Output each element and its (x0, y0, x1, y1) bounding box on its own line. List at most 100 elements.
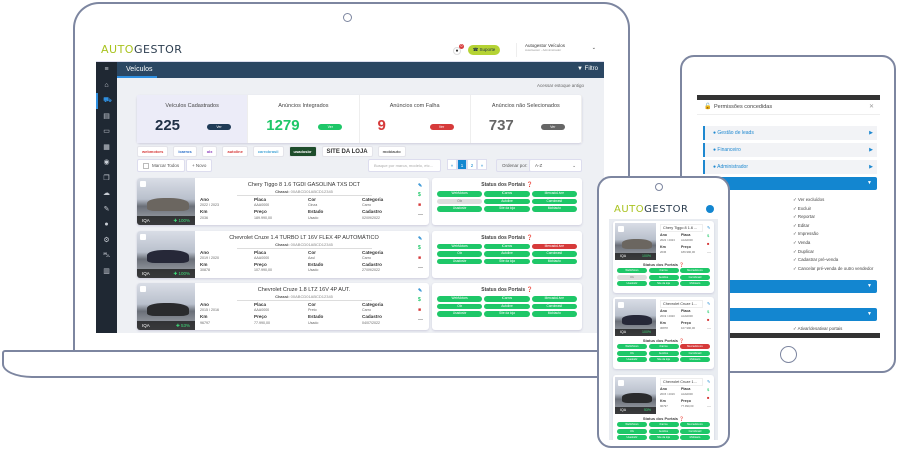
portal-status-ok[interactable]: Mobiauto (531, 206, 577, 212)
portal-status-ok[interactable]: Autoline (484, 198, 530, 204)
portal-status-ok[interactable]: Carrobrasil (680, 428, 710, 434)
portal-status-ok[interactable]: Mobiauto (531, 258, 577, 264)
portal-status-ok[interactable]: Site da loja (484, 206, 530, 212)
money-icon[interactable]: ▭ (96, 124, 117, 140)
portal-logo-icarros[interactable]: icarros (173, 146, 197, 157)
select-checkbox[interactable] (618, 302, 624, 308)
delete-icon[interactable]: ■ (418, 202, 421, 208)
portal-status-ok[interactable]: Usadosbr (437, 206, 483, 212)
vehicle-photo[interactable]: IQA ✚ 53% (137, 283, 195, 330)
price-icon[interactable]: $ (418, 192, 421, 198)
page-button[interactable]: 1 (457, 159, 467, 170)
edit-icon[interactable]: ✎ (707, 225, 710, 230)
select-checkbox[interactable] (618, 226, 624, 232)
vehicle-title[interactable]: Chevrolet Cruze 1... (660, 378, 703, 386)
portal-status-off[interactable]: Olx (437, 198, 483, 204)
page-button[interactable]: » (477, 159, 487, 170)
portal-status-ok[interactable]: Autoline (484, 303, 530, 309)
tablet-home-button[interactable] (780, 346, 797, 363)
portal-status-ok[interactable]: Carrobrasil (531, 251, 577, 257)
section-leads[interactable]: ● Gestão de leads ▶ (703, 126, 877, 140)
more-icon[interactable]: — (418, 317, 423, 323)
stat-view-button[interactable]: Ver (540, 124, 565, 130)
edit-icon[interactable]: ✎ (707, 379, 710, 384)
portal-status-ok[interactable]: Mobiauto (680, 435, 710, 440)
home-icon[interactable]: ⌂ (96, 78, 117, 94)
portal-status-ok[interactable]: Olx (437, 303, 483, 309)
portal-status-ok[interactable]: Usadosbr (617, 435, 647, 440)
portal-logo-carrobrasil[interactable]: carrobrasil (252, 146, 284, 157)
portal-status-ok[interactable]: iCarros (648, 344, 679, 349)
edit-icon[interactable]: ✎ (418, 183, 422, 189)
portal-status-ok[interactable]: MercadoLivre (531, 191, 577, 197)
stat-view-button[interactable]: Ver (207, 124, 231, 130)
portal-status-ok[interactable]: WebMotors (617, 268, 647, 273)
copy-icon[interactable]: ❐ (96, 171, 117, 187)
vehicle-photo[interactable]: IQA 100% (615, 223, 656, 260)
portal-status-ok[interactable]: Site da loja (484, 311, 530, 317)
select-all-checkbox[interactable]: Marcar Todos (137, 159, 186, 172)
user-menu[interactable]: Autogestor Veículos AutoGestor - Adminis… (516, 43, 596, 57)
portal-status-ok[interactable]: Autoline (484, 251, 530, 257)
help-icon[interactable]: ❓ (527, 287, 533, 293)
delete-icon[interactable]: ■ (418, 307, 421, 313)
portal-status-ok[interactable]: iCarros (648, 268, 679, 273)
portal-status-ok[interactable]: Site da loja (648, 281, 679, 286)
price-icon[interactable]: $ (418, 245, 421, 251)
portal-logo-site-da-loja[interactable]: SITE DA LOJA (321, 146, 373, 157)
page-button[interactable]: « (447, 159, 457, 170)
globe-icon[interactable]: ● (96, 217, 117, 233)
select-checkbox[interactable] (140, 233, 146, 240)
portal-status-ok[interactable]: Mobiauto (680, 357, 710, 362)
clipboard-icon[interactable]: ▦ (96, 140, 117, 156)
vehicle-photo[interactable]: IQA ✚ 100% (137, 230, 195, 278)
support-button[interactable]: ☎ Suporte (468, 45, 500, 55)
more-icon[interactable]: — (707, 325, 711, 330)
portal-status-ok[interactable]: Autoline (648, 350, 679, 356)
menu-icon[interactable]: ≡ (96, 62, 117, 78)
portal-status-ok[interactable]: iCarros (648, 422, 679, 427)
portal-status-ok[interactable]: Olx (617, 428, 647, 434)
portal-status-ok[interactable]: Olx (617, 350, 647, 356)
page-button[interactable]: 2 (467, 159, 477, 170)
vehicle-photo[interactable]: IQA 100% (615, 299, 656, 336)
portal-status-ok[interactable]: MercadoLivre (531, 296, 577, 302)
portal-status-ok[interactable]: Usadosbr (617, 281, 647, 286)
price-icon[interactable]: $ (707, 233, 709, 238)
cloud-upload-icon[interactable]: ☁ (96, 186, 117, 202)
vehicle-photo[interactable]: IQA ✚ 100% (137, 178, 195, 225)
portal-status-ok[interactable]: Site da loja (648, 357, 679, 362)
help-icon[interactable]: ❓ (679, 338, 684, 343)
price-icon[interactable]: $ (707, 309, 709, 314)
section-financeiro[interactable]: ● Financeiro ▶ (703, 143, 877, 157)
portal-status-ok[interactable]: iCarros (484, 191, 530, 197)
edit-icon[interactable]: ✎ (418, 288, 422, 294)
new-vehicle-button[interactable]: + Novo (186, 159, 213, 172)
file-icon[interactable]: ▤ (96, 109, 117, 125)
select-checkbox[interactable] (140, 286, 146, 292)
portal-status-ok[interactable]: iCarros (484, 296, 530, 302)
delete-icon[interactable]: ■ (707, 317, 709, 322)
portal-status-ok[interactable]: Carrobrasil (531, 198, 577, 204)
close-icon[interactable]: ✕ (869, 103, 874, 110)
portal-status-ok[interactable]: Olx (437, 251, 483, 257)
portal-status-ok[interactable]: Carrobrasil (531, 303, 577, 309)
price-icon[interactable]: $ (707, 387, 709, 392)
portal-status-ok[interactable]: MercadoLivre (680, 268, 710, 273)
portal-status-ok[interactable]: Usadosbr (437, 311, 483, 317)
portal-logo-autoline[interactable]: autoline (222, 146, 248, 157)
menu-button[interactable] (706, 205, 714, 213)
portal-status-fail[interactable]: MercadoLivre (531, 243, 577, 249)
portal-status-ok[interactable]: Mobiauto (531, 311, 577, 317)
portal-status-ok[interactable]: WebMotors (437, 243, 483, 249)
search-input[interactable]: Busque por marca, modelo, etc... (368, 159, 441, 172)
help-icon[interactable]: ❓ (679, 416, 684, 421)
more-icon[interactable]: — (418, 265, 423, 271)
vehicle-photo[interactable]: IQA 53% (615, 377, 656, 414)
filter-button[interactable]: ▼ Filtro (577, 66, 598, 72)
help-icon[interactable]: ❓ (527, 235, 533, 241)
portal-logo-olx[interactable]: olx (201, 146, 218, 157)
portal-status-ok[interactable]: WebMotors (617, 422, 647, 427)
eye-icon[interactable]: ◉ (96, 155, 117, 171)
portal-status-off[interactable]: Olx (617, 274, 647, 280)
